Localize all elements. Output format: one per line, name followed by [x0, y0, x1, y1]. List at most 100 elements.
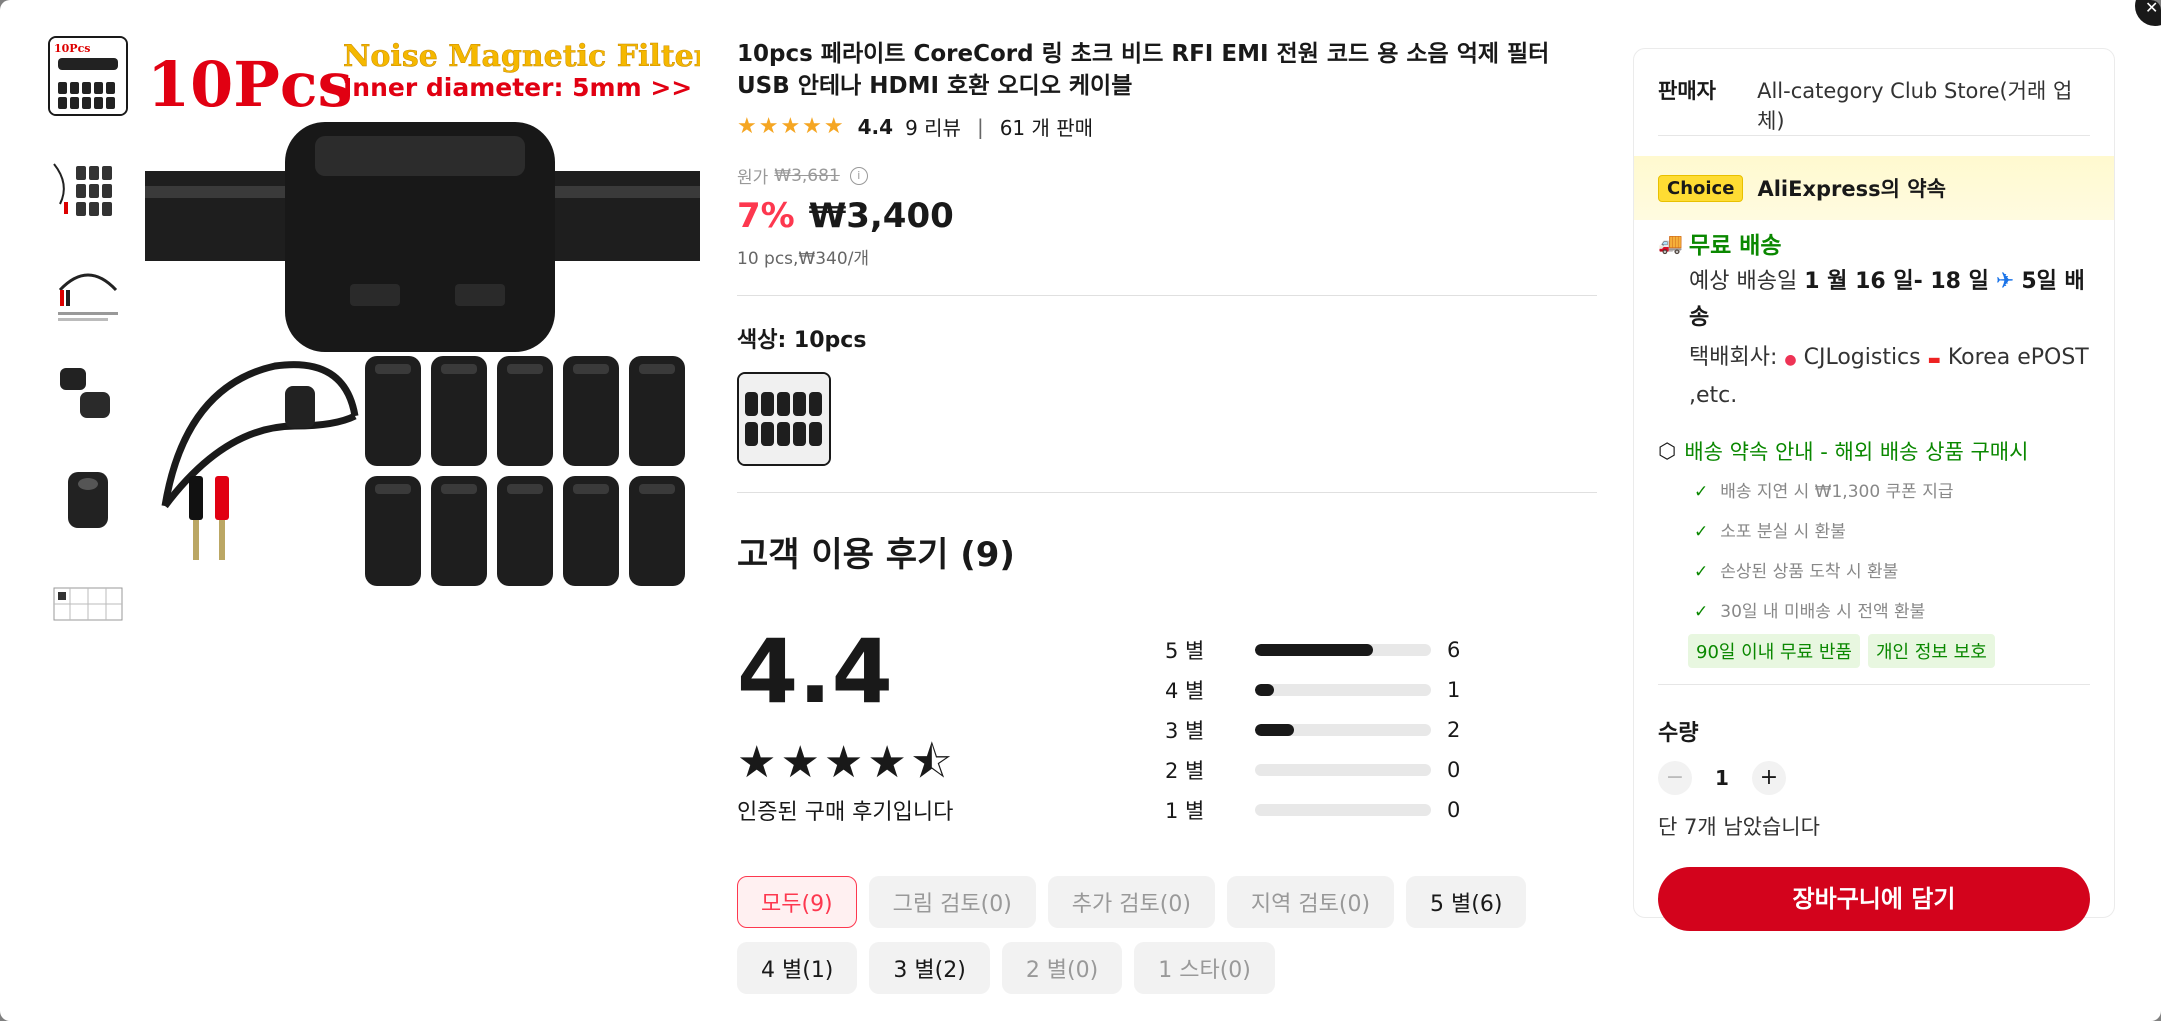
rating-value: 4.4 [857, 114, 894, 139]
review-filter-chip[interactable]: 지역 검토(0) [1226, 876, 1395, 928]
svg-text:10Pcs: 10Pcs [54, 42, 90, 55]
review-filter-chip[interactable]: 모두(9) [737, 876, 857, 928]
close-icon: ✕ [2145, 0, 2159, 17]
add-to-cart-button[interactable]: 장바구니에 담기 [1658, 867, 2090, 931]
epost-logo-icon: ▬ [1927, 352, 1941, 368]
quantity-stepper: − 1 + [1634, 747, 2114, 795]
rating-bar-fill [1255, 684, 1275, 696]
product-info: 10pcs 페라이트 CoreCord 링 초크 비드 RFI EMI 전원 코… [737, 38, 1597, 1008]
product-modal: ✕ 10Pcs 10Pcs Noise Magnetic Filter Inne… [0, 0, 2161, 1021]
seller-row: 판매자 All-category Club Store(거래 업체) [1634, 49, 2114, 135]
rating-bar-track [1255, 724, 1431, 736]
price-row: 7% ₩3,400 [737, 196, 1597, 236]
promise-item-text: 30일 내 미배송 시 전액 환불 [1720, 602, 1926, 622]
stock-remaining: 단 7개 남았습니다 [1658, 815, 1820, 839]
rating-bar-count: 1 [1447, 678, 1461, 702]
review-filters: 모두(9) 그림 검토(0) 추가 검토(0) 지역 검토(0) 5 별(6) 4 별(1… [737, 876, 1597, 1008]
review-filter-chip[interactable]: 3 별(2) [869, 942, 990, 994]
check-icon: ✓ [1694, 522, 1709, 542]
banner-title: 10Pcs [147, 48, 353, 121]
original-price-label: 원가 [737, 168, 769, 188]
promise-list: ✓ 배송 지연 시 ₩1,300 쿠폰 지급 ✓ 소포 분실 시 환불 ✓ 손상된 상품 … [1634, 466, 2114, 632]
verified-note: 인증된 구매 후기입니다 [737, 800, 954, 825]
delivery-promise-link[interactable]: ⬡ 배송 약속 안내 - 해외 배송 상품 구매시 [1634, 414, 2114, 466]
thumbnail-strip: 10Pcs [48, 36, 130, 672]
delivery-estimate: 예상 배송일 1 월 16 일- 18 일 ✈ 5일 배송 [1634, 260, 2114, 336]
thumbnail-3[interactable] [48, 248, 128, 328]
review-filter-chip[interactable]: 추가 검토(0) [1047, 876, 1215, 928]
rating-bar-label: 5 별 [1165, 639, 1205, 663]
service-tags: 90일 이내 무료 반품 개인 정보 보호 [1634, 632, 2114, 668]
promise-item-text: 배송 지연 시 ₩1,300 쿠폰 지급 [1720, 482, 1954, 502]
check-icon: ✓ [1694, 562, 1709, 582]
rating-bar-track [1255, 644, 1431, 656]
carrier-label: 택배회사: [1689, 345, 1778, 370]
rating-bar-track [1255, 764, 1431, 776]
thumbnail-5[interactable] [48, 460, 128, 540]
review-summary: 4.4 ★★★★⯪ 인증된 구매 후기입니다 5 별64 별13 별22 별01… [737, 622, 1597, 832]
carrier-cj: CJLogistics [1803, 345, 1921, 370]
review-filter-chip[interactable]: 4 별(1) [737, 942, 858, 994]
star-rating-icon: ★★★★★ [737, 114, 846, 139]
rating-bar-label: 3 별 [1165, 719, 1205, 743]
review-filter-chip[interactable]: 5 별(6) [1406, 876, 1527, 928]
divider [737, 295, 1597, 296]
quantity-input[interactable]: 1 [1692, 766, 1752, 790]
review-filter-chip[interactable]: 그림 검토(0) [868, 876, 1036, 928]
rating-bar-fill [1255, 724, 1294, 736]
thumbnail-4[interactable] [48, 354, 128, 434]
close-button[interactable]: ✕ [2135, 0, 2161, 26]
thumbnail-6[interactable] [48, 566, 128, 646]
color-swatch-10pcs[interactable] [737, 372, 831, 466]
free-shipping-label: 무료 배송 [1688, 233, 1782, 259]
review-count-link[interactable]: 9 리뷰 [905, 112, 961, 141]
promise-item: ✓ 소포 분실 시 환불 [1694, 512, 2090, 552]
separator: | [976, 114, 984, 139]
banner-inner-diameter: Inner diameter: 5mm >> [343, 73, 692, 102]
rating-bar-row: 2 별 0 [1165, 750, 1465, 790]
review-filter-chip[interactable]: 1 스타(0) [1134, 942, 1275, 994]
promise-item-text: 손상된 상품 도착 시 환불 [1720, 562, 1899, 582]
thumbnail-2[interactable] [48, 142, 128, 222]
product-title: 10pcs 페라이트 CoreCord 링 초크 비드 RFI EMI 전원 코… [737, 41, 1550, 99]
quantity-decrease-button[interactable]: − [1658, 761, 1692, 795]
sold-count: 61 개 판매 [999, 116, 1094, 140]
discount-percent: 7% [737, 196, 795, 236]
rating-bar-label: 2 별 [1165, 759, 1205, 783]
original-price: ₩3,681 [774, 165, 840, 186]
delivery-prefix: 예상 배송일 [1689, 269, 1798, 294]
rating-bar-track [1255, 684, 1431, 696]
rating-bar-row: 4 별 1 [1165, 670, 1465, 710]
quantity-increase-button[interactable]: + [1752, 761, 1786, 795]
promise-item: ✓ 손상된 상품 도착 시 환불 [1694, 552, 2090, 592]
main-product-image[interactable]: 10Pcs Noise Magnetic Filter Inner diamet… [145, 36, 700, 591]
info-icon[interactable]: i [849, 166, 868, 185]
seller-store-link[interactable]: All-category Club Store(거래 업체) [1757, 75, 2090, 135]
promise-item: ✓ 30일 내 미배송 시 전액 환불 [1694, 592, 2090, 632]
average-rating: 4.4 [737, 620, 893, 723]
carrier-info: 택배회사: ● CJLogistics ▬ Korea ePOST ,etc. [1634, 336, 2114, 414]
rating-bar-count: 2 [1447, 718, 1461, 742]
choice-badge: Choice [1658, 174, 1744, 202]
check-icon: ✓ [1694, 482, 1709, 502]
truck-icon: 🚚 [1658, 231, 1683, 255]
review-filter-chip[interactable]: 2 별(0) [1001, 942, 1123, 994]
color-label: 색상: 10pcs [737, 328, 867, 353]
seller-label: 판매자 [1658, 79, 1716, 103]
thumbnail-1[interactable]: 10Pcs [48, 36, 128, 116]
rating-bar-count: 0 [1447, 758, 1461, 782]
delivery-dates: 1 월 16 일- 18 일 [1804, 269, 1989, 294]
plane-icon: ✈ [1995, 269, 2015, 294]
unit-price: 10 pcs,₩340/개 [737, 249, 870, 269]
rating-row: ★★★★★ 4.4 9 리뷰 | 61 개 판매 [737, 112, 1597, 141]
delivery-promise-title: 배송 약속 안내 - 해외 배송 상품 구매시 [1684, 440, 2029, 464]
purchase-panel: 판매자 All-category Club Store(거래 업체) Choic… [1633, 48, 2115, 931]
check-icon: ✓ [1694, 602, 1709, 622]
rating-bar-label: 4 별 [1165, 679, 1205, 703]
rating-bar-row: 1 별 0 [1165, 790, 1465, 830]
free-shipping: 🚚 무료 배송 [1634, 220, 2114, 260]
divider [737, 492, 1597, 493]
service-tag: 개인 정보 보호 [1868, 634, 1995, 668]
reviews-heading: 고객 이용 후기 (9) [737, 535, 1015, 575]
promise-item-text: 소포 분실 시 환불 [1720, 522, 1846, 542]
